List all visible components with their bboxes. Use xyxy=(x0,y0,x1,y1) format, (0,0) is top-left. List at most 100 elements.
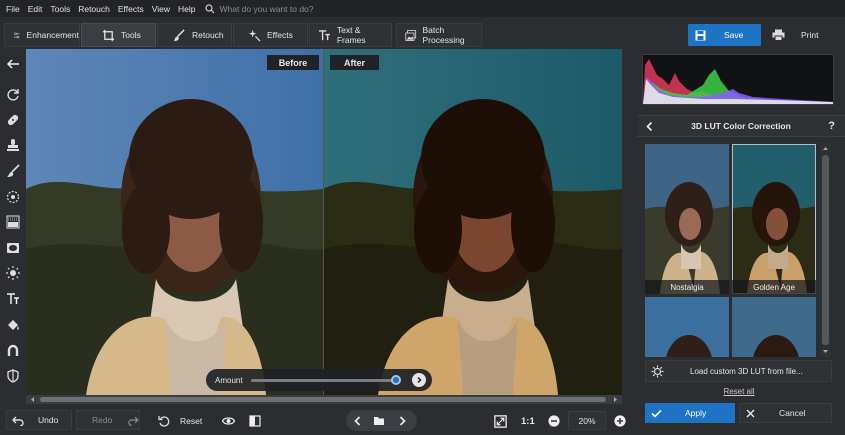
tab-label: Retouch xyxy=(192,30,224,40)
preview-toggle[interactable] xyxy=(221,411,236,431)
search-input[interactable]: What do you want to do? xyxy=(219,4,313,14)
menu-bar: File Edit Tools Retouch Effects View Hel… xyxy=(0,0,845,17)
liquify-tool[interactable] xyxy=(4,341,21,358)
back-arrow-icon[interactable] xyxy=(645,121,654,132)
undo-label: Undo xyxy=(38,415,59,425)
canvas-gutter xyxy=(622,49,637,405)
shield-icon xyxy=(6,368,19,383)
tab-label: Tools xyxy=(121,30,141,40)
gradient-tool[interactable] xyxy=(4,213,21,230)
brush-tool[interactable] xyxy=(4,162,21,179)
horizontal-scrollbar[interactable] xyxy=(26,395,622,404)
redo-button[interactable]: Redo xyxy=(76,410,140,430)
open-folder-button[interactable] xyxy=(373,411,385,431)
lut-preview-image xyxy=(645,297,729,357)
magnet-icon xyxy=(7,344,18,356)
reset-button[interactable]: Reset xyxy=(158,411,202,431)
fit-screen-icon xyxy=(494,414,507,428)
redo-label: Redo xyxy=(92,415,113,425)
lut-preset-4[interactable] xyxy=(732,297,816,357)
menu-search[interactable]: What do you want to do? xyxy=(205,4,314,14)
zoom-out-button[interactable] xyxy=(548,411,560,431)
tab-effects[interactable]: Effects xyxy=(233,23,308,47)
menu-view[interactable]: View xyxy=(152,4,170,14)
eye-icon xyxy=(221,417,236,425)
radial-tool[interactable] xyxy=(4,188,21,205)
apply-label: Apply xyxy=(685,408,707,418)
save-button[interactable]: Save xyxy=(688,24,761,46)
fill-tool[interactable] xyxy=(4,316,21,333)
amount-label: Amount xyxy=(215,375,243,385)
bandage-icon xyxy=(7,114,18,125)
load-custom-lut-button[interactable]: Load custom 3D LUT from file... xyxy=(645,360,832,382)
tab-retouch[interactable]: Retouch xyxy=(157,23,232,47)
zoom-in-button[interactable] xyxy=(614,411,626,431)
next-image-button[interactable] xyxy=(396,411,408,431)
tab-tools[interactable]: Tools xyxy=(81,23,156,47)
light-tool[interactable] xyxy=(4,264,21,281)
fit-to-screen-button[interactable] xyxy=(494,411,507,431)
vertical-scrollbar-thumb[interactable] xyxy=(822,155,829,345)
scroll-up-icon[interactable] xyxy=(822,145,829,152)
menu-tools[interactable]: Tools xyxy=(50,4,70,14)
menu-retouch[interactable]: Retouch xyxy=(78,4,110,14)
compare-toggle[interactable] xyxy=(249,411,261,431)
crop-icon xyxy=(102,29,115,41)
scroll-down-icon[interactable] xyxy=(822,348,829,355)
help-icon[interactable]: ? xyxy=(828,120,835,132)
brush-icon xyxy=(173,28,185,41)
rotate-tool[interactable] xyxy=(4,86,21,103)
image-canvas[interactable]: Before After Amount xyxy=(26,49,622,395)
menu-file[interactable]: File xyxy=(6,4,20,14)
images-icon xyxy=(405,29,417,41)
rotate-icon xyxy=(6,88,19,101)
next-button[interactable] xyxy=(412,373,426,387)
histogram xyxy=(642,54,834,105)
cancel-button[interactable]: Cancel xyxy=(739,403,832,423)
before-after-divider[interactable] xyxy=(323,49,324,395)
back-button[interactable] xyxy=(4,55,21,72)
horizontal-scrollbar-thumb[interactable] xyxy=(40,397,606,402)
before-label: Before xyxy=(267,55,319,70)
scroll-left-icon[interactable] xyxy=(29,396,36,403)
mask-tool[interactable] xyxy=(4,367,21,384)
tab-batch-processing[interactable]: Batch Processing xyxy=(396,23,482,47)
zoom-actual-size-button[interactable]: 1:1 xyxy=(521,411,535,431)
previous-image-button[interactable] xyxy=(352,411,364,431)
amount-slider-panel: Amount xyxy=(206,369,432,391)
lut-label: Nostalgia xyxy=(645,280,729,294)
tab-enhancement[interactable]: Enhancement xyxy=(4,23,80,47)
vertical-scrollbar[interactable] xyxy=(820,143,831,357)
scroll-right-icon[interactable] xyxy=(612,396,619,403)
zoom-level-field[interactable]: 20% xyxy=(568,411,606,430)
lut-preset-nostalgia[interactable]: Nostalgia xyxy=(645,144,729,294)
lut-settings-icon xyxy=(651,365,664,377)
lut-preset-grid: Nostalgia Golden Age xyxy=(642,141,816,357)
lut-preset-3[interactable] xyxy=(645,297,729,357)
apply-button[interactable]: Apply xyxy=(645,403,735,423)
print-button[interactable]: Print xyxy=(766,24,836,46)
undo-button[interactable]: Undo xyxy=(6,410,72,430)
vignette-tool[interactable] xyxy=(4,239,21,256)
menu-help[interactable]: Help xyxy=(178,4,195,14)
after-label: After xyxy=(330,55,379,70)
load-custom-lut-label: Load custom 3D LUT from file... xyxy=(690,366,803,376)
arrow-left-icon xyxy=(6,58,19,69)
reset-icon xyxy=(158,416,170,427)
clone-stamp-tool[interactable] xyxy=(4,136,21,153)
amount-slider-handle[interactable] xyxy=(391,375,402,385)
tab-text-frames[interactable]: Text & Frames xyxy=(309,23,392,47)
menu-edit[interactable]: Edit xyxy=(28,4,43,14)
reset-label: Reset xyxy=(180,416,203,426)
reset-all-link[interactable]: Reset all xyxy=(637,387,841,396)
amount-slider[interactable] xyxy=(251,379,399,382)
save-icon xyxy=(695,30,706,40)
sun-icon xyxy=(5,265,20,280)
text-tool[interactable] xyxy=(4,290,21,307)
menu-effects[interactable]: Effects xyxy=(118,4,144,14)
lut-preset-golden-age[interactable]: Golden Age xyxy=(732,144,816,294)
lut-label: Golden Age xyxy=(732,280,816,294)
healing-tool[interactable] xyxy=(4,111,21,128)
undo-icon xyxy=(12,416,24,426)
after-image xyxy=(323,49,622,395)
